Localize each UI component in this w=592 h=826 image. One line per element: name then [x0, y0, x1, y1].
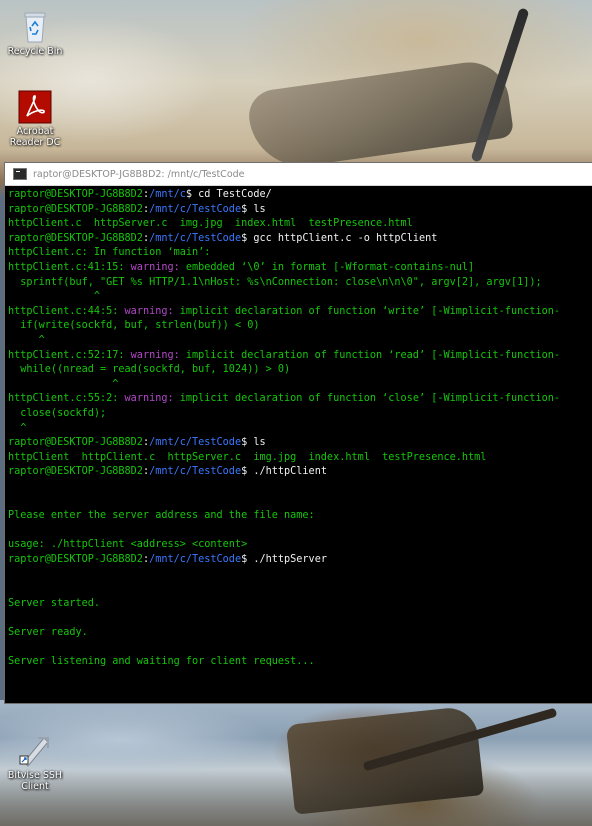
- terminal-text: httpClient httpClient.c httpServer.c img…: [8, 451, 487, 463]
- terminal-text: $ ./httpServer: [241, 553, 327, 565]
- terminal-text: ^: [8, 291, 101, 303]
- terminal-text: httpClient.c:41:15:: [8, 261, 131, 273]
- terminal-line: raptor@DESKTOP-JG8B8D2:/mnt/c/TestCode$ …: [8, 203, 592, 218]
- terminal-text: raptor@DESKTOP-JG8B8D2: [8, 553, 143, 565]
- terminal-text: $ gcc httpClient.c -o httpClient: [241, 232, 438, 244]
- desktop-icon-recycle-bin[interactable]: Recycle Bin: [3, 8, 67, 57]
- terminal-text: raptor@DESKTOP-JG8B8D2: [8, 466, 143, 478]
- terminal-text: raptor@DESKTOP-JG8B8D2: [8, 203, 143, 215]
- prompt-path: /mnt/c/TestCode: [149, 466, 242, 478]
- terminal-line: sprintf(buf, "GET %s HTTP/1.1\nHost: %s\…: [8, 276, 592, 291]
- terminal-line: raptor@DESKTOP-JG8B8D2:/mnt/c/TestCode$ …: [8, 553, 592, 568]
- terminal-app-icon: [13, 168, 27, 180]
- terminal-line: close(sockfd);: [8, 407, 592, 422]
- terminal-text: httpClient.c:44:5:: [8, 305, 125, 317]
- terminal-line: ^: [8, 334, 592, 349]
- terminal-text: httpClient.c:55:2:: [8, 393, 125, 405]
- acrobat-reader-icon: [18, 90, 52, 124]
- prompt-path: /mnt/c/TestCode: [149, 437, 242, 449]
- terminal-text: usage: ./httpClient <address> <content>: [8, 539, 248, 551]
- terminal-text: $ ls: [241, 437, 266, 449]
- terminal-line: raptor@DESKTOP-JG8B8D2:/mnt/c/TestCode$ …: [8, 436, 592, 451]
- terminal-line: while((nread = read(sockfd, buf, 1024)) …: [8, 363, 592, 378]
- terminal-text: ^: [8, 334, 45, 346]
- terminal-line: usage: ./httpClient <address> <content>: [8, 538, 592, 553]
- bitvise-ssh-icon: [19, 737, 49, 767]
- recycle-bin-icon: [24, 12, 46, 43]
- terminal-text: implicit declaration of function ‘write’…: [179, 305, 561, 317]
- terminal-output[interactable]: raptor@DESKTOP-JG8B8D2:/mnt/c$ cd TestCo…: [8, 188, 592, 700]
- terminal-line: ^: [8, 378, 592, 393]
- prompt-path: /mnt/c/TestCode: [149, 553, 242, 565]
- terminal-text: raptor@DESKTOP-JG8B8D2: [8, 437, 143, 449]
- terminal-text: implicit declaration of function ‘close’…: [179, 393, 561, 405]
- terminal-text: Server listening and waiting for client …: [8, 656, 315, 667]
- window-titlebar[interactable]: raptor@DESKTOP-JG8B8D2: /mnt/c/TestCode: [5, 163, 592, 186]
- desktop-icon-label: Client: [21, 781, 49, 792]
- terminal-text: $ ./httpClient: [241, 466, 327, 478]
- warning-label: warning:: [130, 349, 186, 361]
- terminal-line: Server ready.: [8, 626, 592, 641]
- terminal-line: httpClient.c:52:17: warning: implicit de…: [8, 349, 592, 364]
- terminal-line: httpClient httpClient.c httpServer.c img…: [8, 451, 592, 466]
- desktop-icon-label: Recycle Bin: [7, 46, 63, 57]
- warning-label: warning:: [130, 261, 186, 273]
- prompt-path: /mnt/c/TestCode: [149, 232, 242, 244]
- terminal-text: if(write(sockfd, buf, strlen(buf)) < 0): [8, 320, 260, 332]
- terminal-text: Server started.: [8, 597, 101, 609]
- terminal-line: raptor@DESKTOP-JG8B8D2:/mnt/c/TestCode$ …: [8, 465, 592, 480]
- terminal-line: ^: [8, 422, 592, 437]
- terminal-text: raptor@DESKTOP-JG8B8D2: [8, 189, 143, 200]
- window-title: raptor@DESKTOP-JG8B8D2: /mnt/c/TestCode: [33, 168, 245, 180]
- terminal-text: $ ls: [241, 203, 266, 215]
- terminal-text: httpClient.c:52:17:: [8, 349, 131, 361]
- terminal-line: raptor@DESKTOP-JG8B8D2:/mnt/c/TestCode$ …: [8, 232, 592, 247]
- desktop-icon-acrobat-reader[interactable]: Acrobat Reader DC: [3, 90, 67, 148]
- desktop-icon-label: Bitvise SSH: [7, 770, 63, 781]
- terminal-text: $ cd TestCode/: [185, 189, 272, 200]
- terminal-text: sprintf(buf, "GET %s HTTP/1.1\nHost: %s\…: [8, 276, 542, 288]
- terminal-text: httpClient.c: In function ‘main’:: [8, 247, 211, 259]
- warning-label: warning:: [124, 393, 180, 405]
- desktop-icon-bitvise-ssh[interactable]: Bitvise SSH Client: [3, 732, 67, 792]
- terminal-text: while((nread = read(sockfd, buf, 1024)) …: [8, 364, 291, 376]
- terminal-text: ^: [8, 422, 27, 434]
- terminal-text: ^: [8, 378, 119, 390]
- desktop-icon-label: Acrobat: [16, 126, 54, 137]
- terminal-line: if(write(sockfd, buf, strlen(buf)) < 0): [8, 319, 592, 334]
- prompt-path: /mnt/c/TestCode: [149, 203, 242, 215]
- terminal-line: Server listening and waiting for client …: [8, 655, 592, 670]
- terminal-text: Server ready.: [8, 626, 88, 638]
- terminal-text: Please enter the server address and the …: [8, 510, 315, 522]
- terminal-line: httpClient.c:55:2: warning: implicit dec…: [8, 392, 592, 407]
- desktop-icon-label: Reader DC: [9, 137, 61, 148]
- terminal-line: raptor@DESKTOP-JG8B8D2:/mnt/c$ cd TestCo…: [8, 188, 592, 203]
- warning-label: warning:: [124, 305, 180, 317]
- prompt-path: /mnt/c: [149, 189, 186, 200]
- terminal-window[interactable]: raptor@DESKTOP-JG8B8D2: /mnt/c/TestCode …: [5, 163, 592, 703]
- terminal-text: implicit declaration of function ‘read’ …: [185, 349, 561, 361]
- terminal-line: Server started.: [8, 597, 592, 612]
- terminal-line: httpClient.c: In function ‘main’:: [8, 246, 592, 261]
- terminal-line: ^: [8, 290, 592, 305]
- terminal-text: embedded ‘\0’ in format [-Wformat-contai…: [185, 261, 475, 273]
- terminal-line: httpClient.c:44:5: warning: implicit dec…: [8, 305, 592, 320]
- terminal-text: httpClient.c httpServer.c img.jpg index.…: [8, 218, 413, 230]
- terminal-text: raptor@DESKTOP-JG8B8D2: [8, 232, 143, 244]
- terminal-line: httpClient.c httpServer.c img.jpg index.…: [8, 217, 592, 232]
- terminal-line: httpClient.c:41:15: warning: embedded ‘\…: [8, 261, 592, 276]
- terminal-line: Please enter the server address and the …: [8, 509, 592, 524]
- terminal-text: close(sockfd);: [8, 407, 107, 419]
